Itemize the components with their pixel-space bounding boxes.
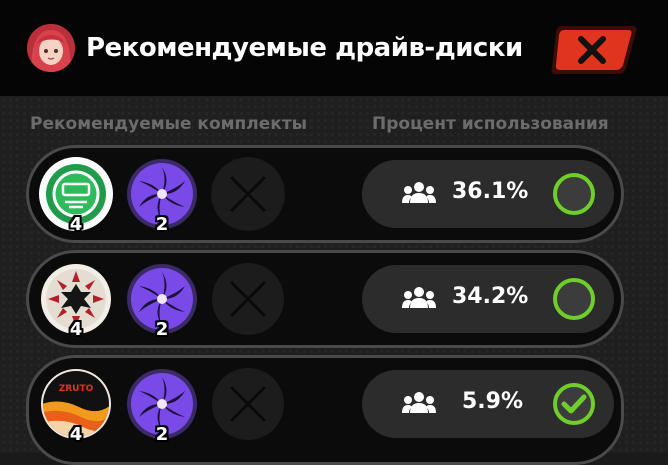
disc-count: 4	[69, 214, 83, 235]
disc-count: 2	[155, 214, 169, 235]
disc-count: 4	[69, 319, 83, 340]
character-avatar	[27, 24, 75, 72]
empty-slot-x-icon[interactable]	[211, 262, 285, 336]
page-title: Рекомендуемые драйв-диски	[86, 33, 523, 63]
empty-slot-x-icon[interactable]	[211, 367, 285, 441]
usage-stat: 34.2%	[362, 265, 614, 333]
svg-text:ZRUTO: ZRUTO	[59, 384, 94, 394]
people-icon	[402, 182, 436, 203]
select-toggle[interactable]	[552, 277, 596, 321]
select-toggle[interactable]	[552, 172, 596, 216]
recommended-set-row[interactable]: 4 2	[26, 145, 624, 243]
usage-percent: 34.2%	[452, 284, 529, 309]
disc-count: 2	[155, 424, 169, 445]
recommended-set-row[interactable]: ZRUTO 4 2 5.9%	[26, 355, 624, 465]
usage-percent: 5.9%	[462, 389, 524, 414]
disc-count: 4	[69, 424, 83, 445]
orange-wave-disc-icon[interactable]: ZRUTO 4	[39, 367, 113, 445]
purple-swirl-disc-icon[interactable]: 2	[125, 157, 199, 235]
select-toggle-checked[interactable]	[552, 382, 596, 426]
purple-swirl-disc-icon[interactable]: 2	[125, 367, 199, 445]
purple-swirl-disc-icon[interactable]: 2	[125, 262, 199, 340]
header-bar: Рекомендуемые драйв-диски	[0, 0, 668, 96]
column-header-usage: Процент использования	[372, 114, 609, 134]
column-header-sets: Рекомендуемые комплекты	[30, 114, 308, 134]
green-set-disc-icon[interactable]: 4	[39, 157, 113, 235]
recommended-set-row[interactable]: 4 2	[26, 250, 624, 348]
close-button[interactable]	[548, 22, 640, 78]
disc-count: 2	[155, 319, 169, 340]
usage-stat: 36.1%	[362, 160, 614, 228]
usage-stat: 5.9%	[362, 370, 614, 438]
people-icon	[402, 287, 436, 308]
people-icon	[402, 392, 436, 413]
empty-slot-x-icon[interactable]	[211, 157, 285, 231]
white-red-set-disc-icon[interactable]: 4	[39, 262, 113, 340]
usage-percent: 36.1%	[452, 179, 529, 204]
